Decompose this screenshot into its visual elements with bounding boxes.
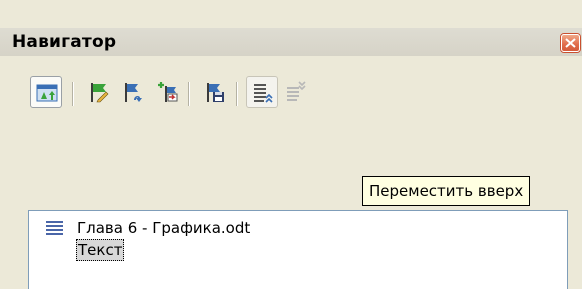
title-bar: Навигатор xyxy=(0,28,582,56)
drag-mode-icon xyxy=(125,83,142,102)
save-flag-icon xyxy=(207,83,224,102)
toolbar-separator xyxy=(188,82,190,106)
move-up-icon xyxy=(254,84,273,103)
move-up-button[interactable] xyxy=(246,76,278,108)
close-button[interactable] xyxy=(561,34,580,52)
navigator-window: Навигатор Переместить вверх Глава 6 - Гр… xyxy=(0,0,582,289)
tree-item-document[interactable]: Глава 6 - Графика.odt xyxy=(29,217,549,239)
document-icon xyxy=(46,221,63,235)
set-reminder-button[interactable] xyxy=(84,76,116,108)
toolbar-separator xyxy=(72,82,74,106)
tooltip: Переместить вверх xyxy=(362,176,531,206)
toolbar-separator xyxy=(236,82,238,106)
insert-button[interactable] xyxy=(152,76,184,108)
navigator-tree[interactable]: Глава 6 - Графика.odt Текст xyxy=(28,210,568,289)
reminder-flag-icon xyxy=(91,83,109,103)
window-title: Навигатор xyxy=(12,32,117,52)
move-down-icon xyxy=(287,81,306,101)
tree-item-text[interactable]: Текст xyxy=(29,239,229,261)
tree-item-document-label: Глава 6 - Графика.odt xyxy=(77,219,251,237)
drag-mode-button[interactable] xyxy=(118,76,150,108)
tooltip-text: Переместить вверх xyxy=(369,182,524,200)
close-icon xyxy=(565,38,576,48)
navigation-toggle-button[interactable] xyxy=(30,76,62,108)
insert-icon xyxy=(158,82,178,102)
save-as-button[interactable] xyxy=(200,76,232,108)
navigator-toolbar xyxy=(0,66,582,116)
navigator-toggle-icon xyxy=(36,84,58,102)
tree-item-text-label: Текст xyxy=(76,239,125,261)
move-down-button[interactable] xyxy=(280,76,312,108)
